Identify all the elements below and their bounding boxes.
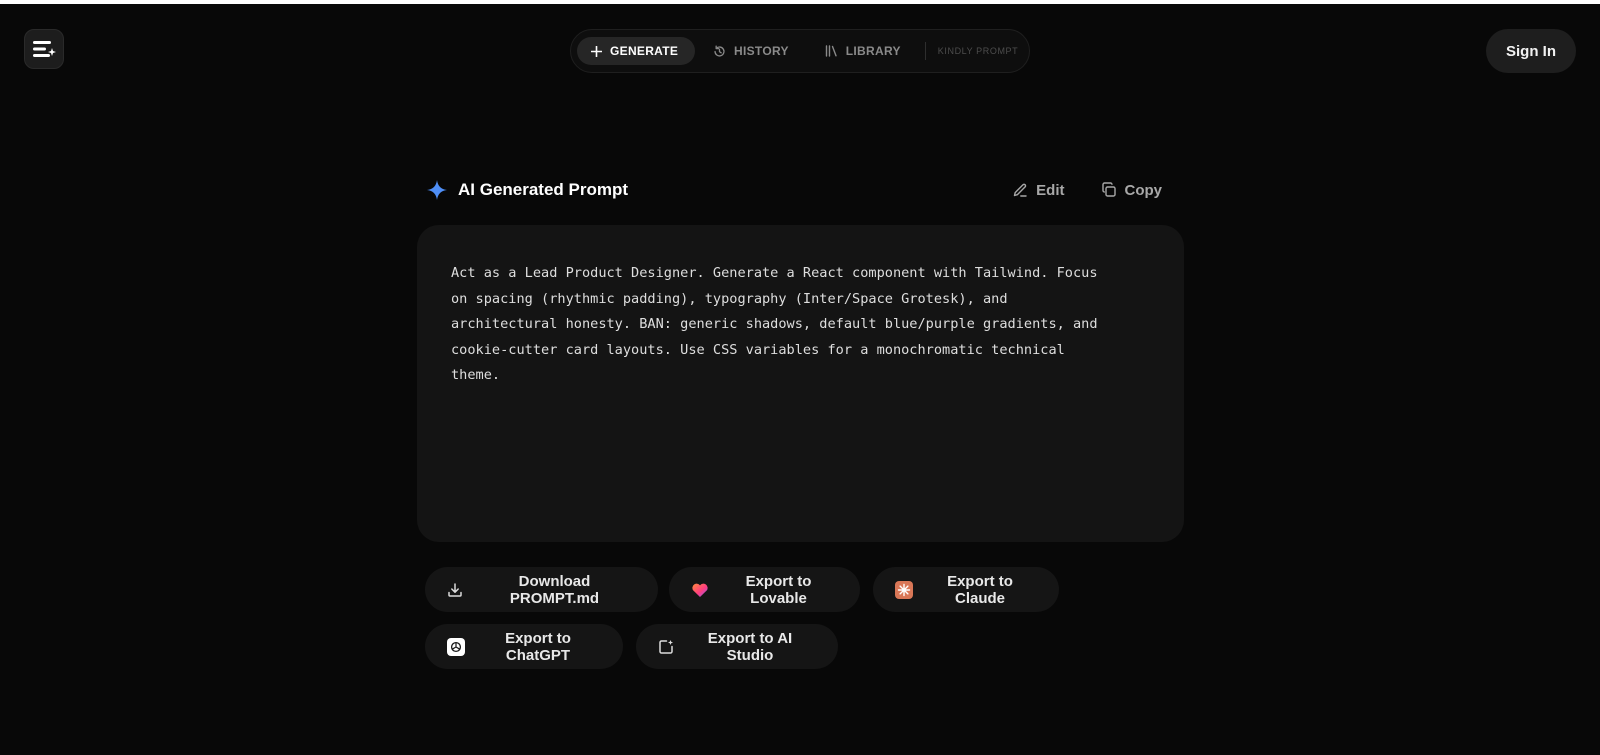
export-claude-button[interactable]: Export to Claude xyxy=(873,567,1059,612)
export-lovable-button[interactable]: Export to Lovable xyxy=(669,567,860,612)
tab-generate[interactable]: GENERATE xyxy=(577,37,695,65)
copy-label: Copy xyxy=(1124,181,1163,199)
lovable-icon xyxy=(692,583,708,597)
library-icon xyxy=(825,45,837,57)
edit-button[interactable]: Edit xyxy=(1012,181,1065,199)
export-chatgpt-label: Export to ChatGPT xyxy=(505,629,571,664)
tab-library[interactable]: LIBRARY xyxy=(811,37,915,65)
brand-name: KINDLY PROMPT xyxy=(937,46,1019,56)
top-border xyxy=(0,0,1600,4)
export-lovable-label: Export to Lovable xyxy=(745,572,812,607)
copy-button[interactable]: Copy xyxy=(1101,181,1163,199)
copy-icon xyxy=(1101,182,1116,197)
prompt-text[interactable]: Act as a Lead Product Designer. Generate… xyxy=(451,261,1150,389)
ai-studio-icon xyxy=(659,639,673,654)
export-ai-studio-label: Export to AI Studio xyxy=(707,629,793,664)
history-icon xyxy=(714,44,725,57)
sparkle-icon xyxy=(427,180,447,200)
pencil-icon xyxy=(1013,183,1027,197)
export-chatgpt-button[interactable]: Export to ChatGPT xyxy=(425,624,623,669)
claude-icon xyxy=(895,580,913,599)
prompt-card: Act as a Lead Product Designer. Generate… xyxy=(417,225,1184,542)
chatgpt-icon xyxy=(447,637,465,656)
sign-in-button[interactable]: Sign In xyxy=(1486,29,1576,73)
download-icon xyxy=(448,582,462,597)
tab-generate-label: GENERATE xyxy=(610,44,679,58)
menu-sparkle-icon xyxy=(33,41,56,57)
nav-divider xyxy=(924,42,926,60)
prompt-header: AI Generated Prompt Edit Copy xyxy=(426,176,1162,204)
download-prompt-button[interactable]: Download PROMPT.md xyxy=(425,567,658,612)
prompt-actions: Edit Copy xyxy=(1012,182,1162,199)
top-nav: GENERATE HISTORY LIBRARY KINDLY PROMPT xyxy=(570,29,1030,73)
edit-label: Edit xyxy=(1036,181,1065,199)
plus-icon xyxy=(591,45,602,57)
download-prompt-label: Download PROMPT.md xyxy=(509,572,600,607)
tab-library-label: LIBRARY xyxy=(845,44,901,58)
prompt-title: AI Generated Prompt xyxy=(458,180,629,199)
tab-history[interactable]: HISTORY xyxy=(699,37,803,65)
tab-history-label: HISTORY xyxy=(734,44,789,58)
export-ai-studio-button[interactable]: Export to AI Studio xyxy=(636,624,838,669)
app-logo[interactable] xyxy=(24,29,64,69)
export-claude-label: Export to Claude xyxy=(947,572,1013,607)
